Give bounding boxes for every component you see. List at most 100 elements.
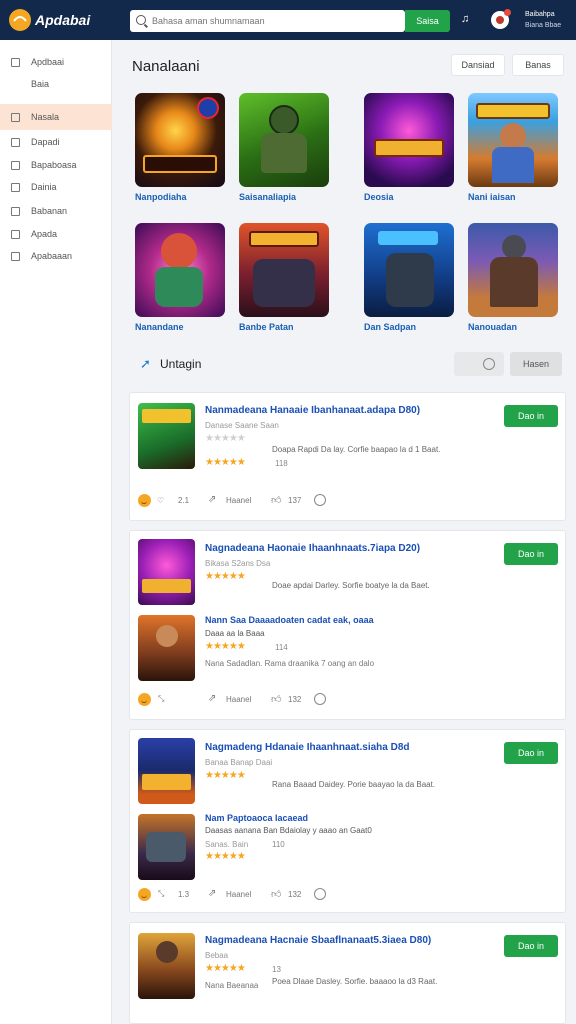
search-input[interactable] — [152, 13, 397, 29]
thumbs-up-icon[interactable]: 👍︎ — [271, 888, 281, 900]
related-sub: Sanas. Bain — [205, 840, 249, 849]
notification-badge — [504, 9, 511, 16]
game-card[interactable]: Nagnadeana Haonaie Ihaanhnaats.7iapa D20… — [129, 530, 566, 720]
user-name[interactable]: Baibahpa — [525, 11, 555, 18]
game-tile[interactable]: Deosia — [364, 93, 454, 202]
sidebar-item-5[interactable]: Bapaboasa — [0, 153, 112, 177]
sidebar-item-2[interactable]: Baia — [0, 72, 112, 96]
game-card-subtitle: Bebaa — [205, 951, 229, 960]
sidebar-item-label: Apabaaan — [31, 251, 73, 261]
search-box[interactable] — [130, 10, 405, 32]
sidebar-item-4[interactable]: Dapadi — [0, 130, 112, 154]
clock-icon — [314, 494, 326, 506]
game-card-title[interactable]: Nanmadeana Hanaaie Ibanhanaat.adapa D80) — [205, 405, 420, 416]
game-name[interactable]: Banbe Patan — [239, 322, 329, 332]
game-tile[interactable]: Nani iaisan — [468, 93, 558, 202]
game-tile[interactable]: Nanpodiaha — [135, 93, 225, 202]
share-icon[interactable]: ⇗ — [208, 888, 216, 899]
page-icon — [11, 137, 20, 147]
music-note-icon[interactable]: ♫ — [461, 13, 469, 25]
game-thumbnail[interactable] — [239, 223, 329, 317]
game-card-thumbnail[interactable] — [138, 814, 195, 880]
smiley-icon — [138, 888, 151, 901]
related-line: Daaa aa la Baaa — [205, 629, 265, 638]
app-icon — [11, 251, 20, 261]
rating-count: 110 — [272, 840, 285, 849]
game-name[interactable]: Nanpodiaha — [135, 192, 225, 202]
game-thumbnail[interactable] — [468, 223, 558, 317]
list-icon — [11, 80, 20, 89]
sidebar-item-label: Apdbaai — [31, 57, 65, 67]
game-tile[interactable]: Nanandane — [135, 223, 225, 332]
game-name[interactable]: Nanandane — [135, 322, 225, 332]
game-card[interactable]: Nagmadeng Hdanaie Ihaanhnaat.siaha D8d D… — [129, 729, 566, 913]
related-title[interactable]: Nam Paptoaoca lacaead — [205, 813, 308, 823]
game-card-thumbnail[interactable] — [138, 403, 195, 469]
section-button[interactable]: Hasen — [510, 352, 562, 376]
header-button-2[interactable]: Banas — [512, 54, 564, 76]
search-button[interactable]: Saisa — [405, 10, 450, 32]
game-card[interactable]: Nanmadeana Hanaaie Ibanhanaat.adapa D80)… — [129, 392, 566, 521]
download-button[interactable]: Dao in — [504, 543, 558, 565]
refresh-button[interactable] — [454, 352, 504, 376]
game-thumbnail[interactable] — [364, 93, 454, 187]
related-line: Daasas aanana Ban Bdaiolay y aaao an Gaa… — [205, 826, 372, 835]
game-name[interactable]: Nanouadan — [468, 322, 558, 332]
game-card[interactable]: Nagmadeana Hacnaie Sbaaflnanaat5.3iaea D… — [129, 922, 566, 1024]
sidebar-item-9[interactable]: Apabaaan — [0, 244, 112, 268]
game-tile[interactable]: Nanouadan — [468, 223, 558, 332]
game-name[interactable]: Dan Sadpan — [364, 322, 454, 332]
header-button-1[interactable]: Dansiad — [451, 54, 505, 76]
sidebar-item-label: Dainia — [31, 182, 57, 192]
rating-count: 13 — [272, 965, 281, 974]
game-thumbnail[interactable] — [364, 223, 454, 317]
game-thumbnail[interactable] — [135, 93, 225, 187]
game-card-subtitle: Banaa Banap Daai — [205, 758, 273, 767]
download-button[interactable]: Dao in — [504, 742, 558, 764]
footer-count: 2.1 — [178, 496, 190, 505]
game-thumbnail[interactable] — [135, 223, 225, 317]
game-card-title[interactable]: Nagmadeng Hdanaie Ihaanhnaat.siaha D8d — [205, 742, 410, 753]
smiley-icon — [138, 494, 151, 507]
game-thumbnail[interactable] — [239, 93, 329, 187]
download-button[interactable]: Dao in — [504, 935, 558, 957]
user-subtitle: Biana Bbae — [525, 22, 562, 29]
game-name[interactable]: Saisanaliapia — [239, 192, 329, 202]
rating-stars: ★★★★★ — [205, 770, 246, 781]
game-card-title[interactable]: Nagmadeana Hacnaie Sbaaflnanaat5.3iaea D… — [205, 935, 431, 946]
sidebar-item-7[interactable]: Babanan — [0, 199, 112, 223]
clock-icon — [483, 358, 495, 370]
game-tile[interactable]: Dan Sadpan — [364, 223, 454, 332]
thumbs-up-icon[interactable]: 👍︎ — [271, 693, 281, 705]
related-title[interactable]: Nann Saa Daaaadoaten cadat eak, oaaa — [205, 615, 374, 625]
sidebar-item-8[interactable]: Apada — [0, 222, 112, 246]
game-tile[interactable]: Banbe Patan — [239, 223, 329, 332]
logo-icon[interactable] — [9, 9, 31, 31]
game-card-thumbnail[interactable] — [138, 615, 195, 681]
game-name[interactable]: Deosia — [364, 192, 454, 202]
footer-count: 132 — [288, 695, 302, 704]
share-icon[interactable]: ⇗ — [208, 693, 216, 704]
thumbs-up-icon[interactable]: 👍︎ — [271, 494, 281, 506]
card-footer: ⤡ ⇗ Haanel 👍︎ 132 — [138, 693, 558, 707]
logo-text[interactable]: Apdabai — [35, 12, 90, 28]
game-card-title[interactable]: Nagnadeana Haonaie Ihaanhnaats.7iapa D20… — [205, 543, 420, 554]
game-card-thumbnail[interactable] — [138, 738, 195, 804]
rating-count: 118 — [275, 459, 288, 468]
rating-stars: ★★★★★ — [205, 433, 246, 444]
rating-stars: ★★★★★ — [205, 457, 246, 468]
page-title: Nanalaani — [132, 58, 200, 75]
game-card-thumbnail[interactable] — [138, 933, 195, 999]
download-button[interactable]: Dao in — [504, 405, 558, 427]
game-tile[interactable]: Saisanaliapia — [239, 93, 329, 202]
game-card-subtitle: Bikasa S2ans Dsa — [205, 559, 271, 568]
sidebar-item-6[interactable]: Dainia — [0, 175, 112, 199]
smiley-icon — [138, 693, 151, 706]
sidebar-item-1[interactable]: Apdbaai — [0, 50, 112, 74]
share-icon[interactable]: ⇗ — [208, 494, 216, 505]
sidebar-item-label: Baia — [31, 79, 50, 89]
game-card-thumbnail[interactable] — [138, 539, 195, 605]
sidebar-item-3[interactable]: Nasala — [0, 104, 112, 130]
game-name[interactable]: Nani iaisan — [468, 192, 558, 202]
game-thumbnail[interactable] — [468, 93, 558, 187]
